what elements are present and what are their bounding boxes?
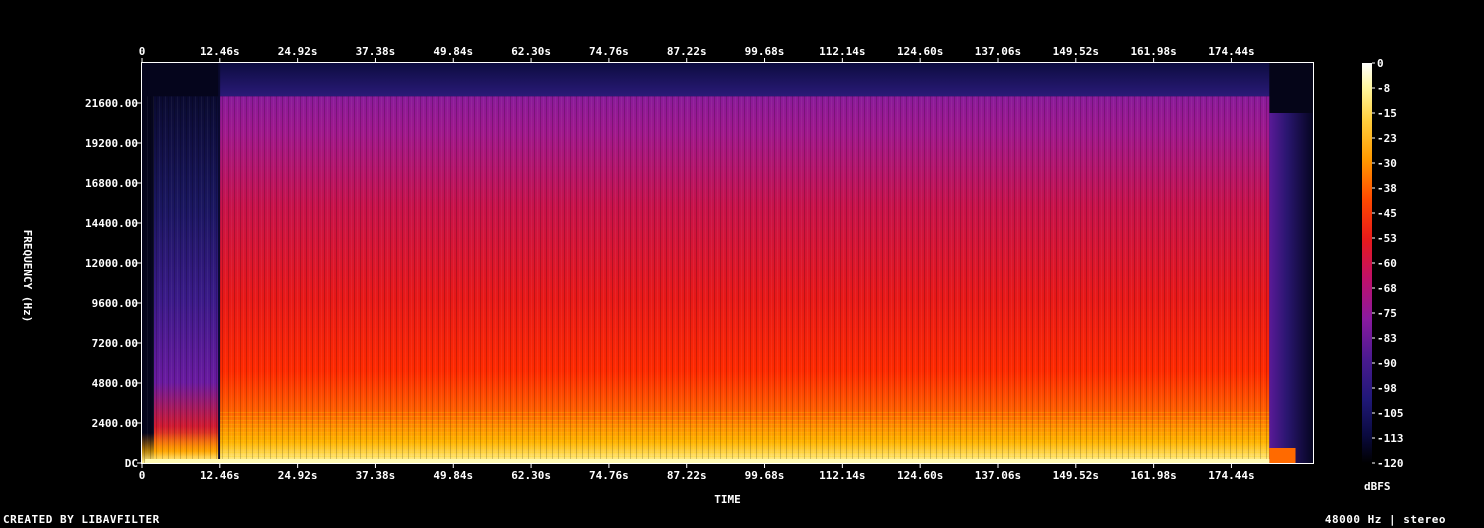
x-tick-label-bottom: 87.22s xyxy=(667,469,707,482)
x-tick-label-top: 37.38s xyxy=(356,45,396,58)
y-axis-label: FREQUENCY (Hz) xyxy=(21,230,34,323)
colorbar-tick-label: -60 xyxy=(1377,257,1397,270)
x-tick-label-bottom: 124.60s xyxy=(897,469,943,482)
footer-format: 48000 Hz | stereo xyxy=(1324,513,1446,526)
colorbar-label: dBFS xyxy=(1364,480,1391,493)
x-tick-label-top: 49.84s xyxy=(433,45,473,58)
y-tick-label: DC xyxy=(125,457,138,470)
y-tick-label: 19200.00 xyxy=(85,137,138,150)
colorbar-tick-label: -23 xyxy=(1377,132,1397,145)
x-tick-label-top: 161.98s xyxy=(1130,45,1176,58)
colorbar-gradient xyxy=(1362,63,1372,463)
colorbar-tick-label: -113 xyxy=(1377,432,1404,445)
x-tick-label-bottom: 24.92s xyxy=(278,469,318,482)
x-tick-label-bottom: 49.84s xyxy=(433,469,473,482)
x-tick-label-bottom: 174.44s xyxy=(1208,469,1254,482)
x-tick-label-top: 99.68s xyxy=(745,45,785,58)
x-tick-label-top: 124.60s xyxy=(897,45,943,58)
colorbar: 0 -8 -15 -23 -30 -38 -45 -53 -60 -68 -75 -83 -90 -98 -… xyxy=(1362,57,1404,493)
x-tick-label-top: 74.76s xyxy=(589,45,629,58)
y-tick-label: 4800.00 xyxy=(92,377,138,390)
colorbar-tick-label: -45 xyxy=(1377,207,1397,220)
y-tick-label: 7200.00 xyxy=(92,337,138,350)
region-fade-out xyxy=(1269,113,1313,463)
region-intro-streaks xyxy=(142,96,219,463)
x-tick-label-top: 62.30s xyxy=(511,45,551,58)
x-tick-label-bottom: 99.68s xyxy=(745,469,785,482)
x-tick-label-top: 87.22s xyxy=(667,45,707,58)
y-tick-label: 2400.00 xyxy=(92,417,138,430)
region-gap xyxy=(218,63,221,463)
region-fade-low xyxy=(1269,448,1296,463)
y-tick-label: 16800.00 xyxy=(85,177,138,190)
x-tick-label-bottom: 37.38s xyxy=(356,469,396,482)
colorbar-tick-label: -15 xyxy=(1377,107,1397,120)
colorbar-tick-label: -105 xyxy=(1377,407,1404,420)
colorbar-tick-label: -75 xyxy=(1377,307,1397,320)
x-tick-label-bottom: 137.06s xyxy=(975,469,1021,482)
x-tick-label-bottom: 0 xyxy=(139,469,146,482)
region-top-band xyxy=(220,63,1270,97)
x-tick-label-top: 0 xyxy=(139,45,146,58)
x-tick-label-bottom: 112.14s xyxy=(819,469,865,482)
colorbar-tick-label: -83 xyxy=(1377,332,1397,345)
x-tick-label-top: 12.46s xyxy=(200,45,240,58)
colorbar-tick-label: -53 xyxy=(1377,232,1397,245)
x-tick-label-top: 24.92s xyxy=(278,45,318,58)
plot-area xyxy=(142,63,1313,463)
y-tick-label: 9600.00 xyxy=(92,297,138,310)
region-transients xyxy=(220,96,1270,463)
x-tick-label-bottom: 12.46s xyxy=(200,469,240,482)
x-axis-label: TIME xyxy=(714,493,741,506)
x-tick-label-bottom: 149.52s xyxy=(1053,469,1099,482)
x-tick-label-top: 174.44s xyxy=(1208,45,1254,58)
y-tick-label: 12000.00 xyxy=(85,257,138,270)
dc-band xyxy=(145,459,1270,463)
y-tick-label: 21600.00 xyxy=(85,97,138,110)
x-tick-label-top: 112.14s xyxy=(819,45,865,58)
spectrogram-chart: 0 0 12.46s 12.46s 24.92s 24.92s 37.38s 37.38s 49… xyxy=(21,45,1404,506)
colorbar-tick-label: -30 xyxy=(1377,157,1397,170)
colorbar-tick-label: -38 xyxy=(1377,182,1397,195)
colorbar-tick-label: -120 xyxy=(1377,457,1404,470)
x-tick-label-bottom: 74.76s xyxy=(589,469,629,482)
colorbar-tick-label: -98 xyxy=(1377,382,1397,395)
colorbar-tick-label: -8 xyxy=(1377,82,1390,95)
x-tick-label-top: 137.06s xyxy=(975,45,1021,58)
footer-credit: CREATED BY LIBAVFILTER xyxy=(3,513,160,526)
x-tick-label-bottom: 62.30s xyxy=(511,469,551,482)
colorbar-tick-label: -90 xyxy=(1377,357,1397,370)
x-tick-label-bottom: 161.98s xyxy=(1130,469,1176,482)
spectrogram-figure: 0 0 12.46s 12.46s 24.92s 24.92s 37.38s 37.38s 49… xyxy=(0,0,1484,528)
x-tick-label-top: 149.52s xyxy=(1053,45,1099,58)
y-tick-label: 14400.00 xyxy=(85,217,138,230)
colorbar-tick-label: -68 xyxy=(1377,282,1397,295)
colorbar-tick-label: 0 xyxy=(1377,57,1384,70)
